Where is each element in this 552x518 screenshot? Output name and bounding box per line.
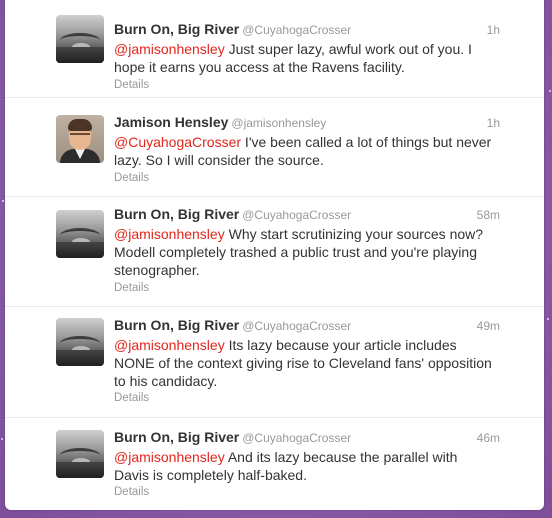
author-fullname[interactable]: Burn On, Big River — [114, 21, 239, 37]
details-link[interactable]: Details — [114, 486, 149, 498]
details-link[interactable]: Details — [114, 392, 149, 404]
author-username[interactable]: @CuyahogaCrosser — [242, 208, 351, 222]
details-link[interactable]: Details — [114, 79, 149, 91]
tweet-timeline: Burn On, Big River @CuyahogaCrosser 1h @j… — [5, 0, 544, 510]
tweet-item[interactable]: Burn On, Big River @CuyahogaCrosser 46m @… — [5, 417, 544, 510]
sparkle-decoration — [547, 318, 549, 320]
mention-link[interactable]: @CuyahogaCrosser — [114, 134, 241, 150]
author-username[interactable]: @CuyahogaCrosser — [242, 319, 351, 333]
sparkle-decoration — [549, 90, 551, 92]
avatar[interactable] — [56, 318, 104, 366]
tweet-timestamp[interactable]: 1h — [487, 23, 500, 37]
mention-link[interactable]: @jamisonhensley — [114, 226, 225, 242]
tweet-text: @jamisonhensley Just super lazy, awful w… — [114, 40, 494, 76]
tweet-timestamp[interactable]: 58m — [477, 208, 500, 222]
mention-link[interactable]: @jamisonhensley — [114, 337, 225, 353]
author-username[interactable]: @jamisonhensley — [231, 116, 326, 130]
avatar[interactable] — [56, 15, 104, 63]
glasses-graphic — [70, 133, 90, 140]
tweet-item[interactable]: Jamison Hensley @jamisonhensley 1h @Cuyah… — [5, 97, 544, 197]
author-fullname[interactable]: Jamison Hensley — [114, 114, 228, 130]
mention-link[interactable]: @jamisonhensley — [114, 41, 225, 57]
tweet-item[interactable]: Burn On, Big River @CuyahogaCrosser 49m @… — [5, 306, 544, 418]
river-graphic — [56, 350, 104, 366]
mention-link[interactable]: @jamisonhensley — [114, 449, 225, 465]
sparkle-decoration — [1, 438, 3, 440]
river-graphic — [56, 47, 104, 63]
details-link[interactable]: Details — [114, 172, 149, 184]
tweet-header: Jamison Hensley @jamisonhensley — [114, 114, 501, 132]
author-fullname[interactable]: Burn On, Big River — [114, 317, 239, 333]
tweet-header: Burn On, Big River @CuyahogaCrosser — [114, 317, 501, 335]
avatar[interactable] — [56, 115, 104, 163]
tweet-text: @jamisonhensley Why start scrutinizing y… — [114, 225, 494, 279]
tweet-header: Burn On, Big River @CuyahogaCrosser — [114, 206, 501, 224]
details-link[interactable]: Details — [114, 282, 149, 294]
tweet-text: @jamisonhensley Its lazy because your ar… — [114, 336, 494, 390]
avatar[interactable] — [56, 430, 104, 478]
tweet-timestamp[interactable]: 1h — [487, 116, 500, 130]
tweet-header: Burn On, Big River @CuyahogaCrosser — [114, 429, 501, 447]
sparkle-decoration — [2, 200, 4, 202]
author-fullname[interactable]: Burn On, Big River — [114, 429, 239, 445]
tweet-header: Burn On, Big River @CuyahogaCrosser — [114, 21, 501, 39]
author-username[interactable]: @CuyahogaCrosser — [242, 23, 351, 37]
author-fullname[interactable]: Burn On, Big River — [114, 206, 239, 222]
author-username[interactable]: @CuyahogaCrosser — [242, 431, 351, 445]
tweet-item[interactable]: Burn On, Big River @CuyahogaCrosser 58m @… — [5, 196, 544, 307]
avatar[interactable] — [56, 210, 104, 258]
river-graphic — [56, 242, 104, 258]
tweet-timestamp[interactable]: 49m — [477, 319, 500, 333]
tweet-text: @CuyahogaCrosser I've been called a lot … — [114, 133, 494, 169]
tweet-text: @jamisonhensley And its lazy because the… — [114, 448, 474, 484]
tweet-timestamp[interactable]: 46m — [477, 431, 500, 445]
hair-graphic — [68, 119, 92, 131]
tweet-item[interactable]: Burn On, Big River @CuyahogaCrosser 1h @j… — [5, 0, 544, 98]
river-graphic — [56, 462, 104, 478]
